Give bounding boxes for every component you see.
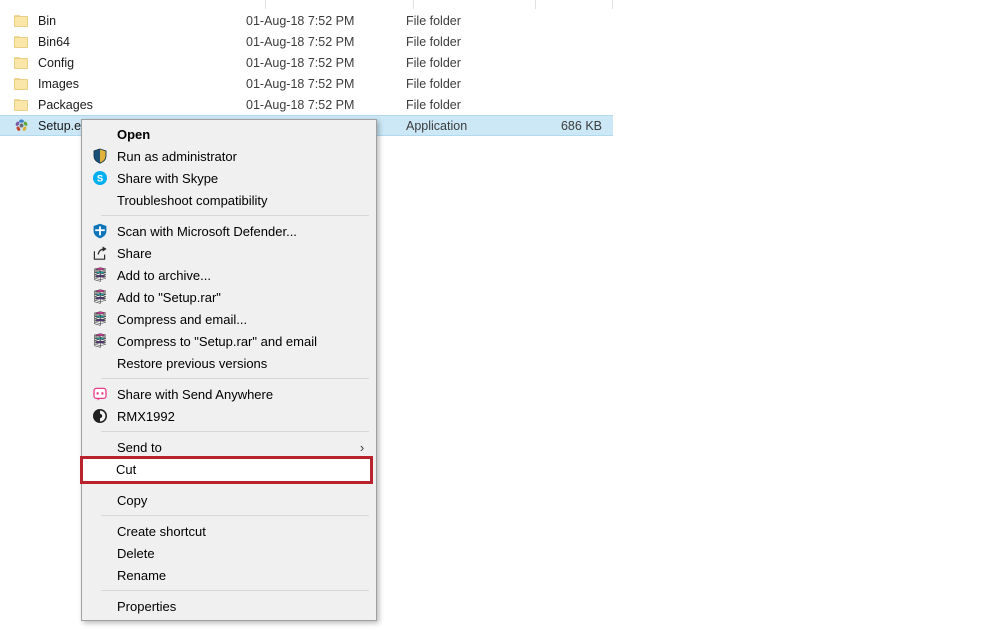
file-type: File folder bbox=[406, 97, 461, 112]
file-type: File folder bbox=[406, 55, 461, 70]
menu-item-share-with-send-anywhere[interactable]: Share with Send Anywhere bbox=[82, 383, 376, 405]
menu-item-label: Create shortcut bbox=[117, 523, 206, 539]
send-anywhere-icon bbox=[90, 385, 109, 404]
menu-item-label: RMX1992 bbox=[117, 408, 175, 424]
file-date-modified: 01-Aug-18 7:52 PM bbox=[246, 55, 355, 70]
application-icon bbox=[12, 118, 30, 133]
file-row[interactable]: Packages 01-Aug-18 7:52 PM File folder bbox=[0, 94, 613, 115]
no-icon bbox=[90, 566, 109, 585]
menu-item-label: Compress and email... bbox=[117, 311, 248, 327]
winrar-icon bbox=[90, 266, 109, 285]
folder-icon bbox=[12, 56, 30, 69]
menu-item-label: Share with Send Anywhere bbox=[117, 386, 274, 402]
menu-separator bbox=[101, 515, 369, 516]
file-name: Bin bbox=[38, 13, 57, 28]
menu-item-label: Delete bbox=[117, 545, 155, 561]
column-divider-name[interactable] bbox=[265, 0, 266, 9]
menu-item-create-shortcut[interactable]: Create shortcut bbox=[82, 520, 376, 542]
menu-item-label: Send to bbox=[117, 439, 162, 455]
file-date-modified: 01-Aug-18 7:52 PM bbox=[246, 76, 355, 91]
menu-item-label: Scan with Microsoft Defender... bbox=[117, 223, 297, 239]
menu-item-add-to-archive[interactable]: Add to archive... bbox=[82, 264, 376, 286]
file-date-modified: 01-Aug-18 7:52 PM bbox=[246, 34, 355, 49]
menu-separator bbox=[101, 378, 369, 379]
device-circle-icon bbox=[90, 407, 109, 426]
menu-separator bbox=[101, 215, 369, 216]
no-icon bbox=[90, 491, 109, 510]
no-icon bbox=[90, 522, 109, 541]
menu-item-label: Rename bbox=[117, 567, 167, 583]
svg-text:S: S bbox=[96, 174, 102, 185]
menu-item-delete[interactable]: Delete bbox=[82, 542, 376, 564]
no-icon bbox=[90, 597, 109, 616]
cut-annotation-label[interactable]: Cut bbox=[116, 463, 136, 477]
menu-item-restore-previous-versions[interactable]: Restore previous versions bbox=[82, 352, 376, 374]
menu-item-rmx1992[interactable]: RMX1992 bbox=[82, 405, 376, 427]
menu-item-label: Add to "Setup.rar" bbox=[117, 289, 221, 305]
folder-icon bbox=[12, 14, 30, 27]
file-type: Application bbox=[406, 118, 468, 133]
menu-separator bbox=[101, 590, 369, 591]
chevron-right-icon: › bbox=[359, 439, 365, 455]
no-icon bbox=[90, 125, 109, 144]
file-size: 686 KB bbox=[560, 118, 602, 133]
file-context-menu: Open Run as administrator S Share with Skyp… bbox=[81, 119, 377, 621]
file-type: File folder bbox=[406, 13, 461, 28]
menu-item-label: Add to archive... bbox=[117, 267, 211, 283]
column-divider-size[interactable] bbox=[612, 0, 613, 9]
column-divider-date[interactable] bbox=[413, 0, 414, 9]
menu-item-scan-with-microsoft-defender[interactable]: Scan with Microsoft Defender... bbox=[82, 220, 376, 242]
menu-item-share[interactable]: Share bbox=[82, 242, 376, 264]
share-arrow-icon bbox=[90, 244, 109, 263]
folder-icon bbox=[12, 98, 30, 111]
menu-item-copy[interactable]: Copy bbox=[82, 489, 376, 511]
defender-shield-icon bbox=[90, 222, 109, 241]
menu-item-label: Restore previous versions bbox=[117, 355, 268, 371]
no-icon bbox=[90, 354, 109, 373]
file-row[interactable]: Images 01-Aug-18 7:52 PM File folder bbox=[0, 73, 613, 94]
menu-item-label: Compress to "Setup.rar" and email bbox=[117, 333, 317, 349]
menu-separator bbox=[101, 431, 369, 432]
folder-icon bbox=[12, 77, 30, 90]
file-date-modified: 01-Aug-18 7:52 PM bbox=[246, 97, 355, 112]
menu-item-label: Open bbox=[117, 126, 151, 142]
menu-item-label: Share bbox=[117, 245, 152, 261]
file-name: Images bbox=[38, 76, 79, 91]
file-type: File folder bbox=[406, 34, 461, 49]
file-name: Packages bbox=[38, 97, 93, 112]
winrar-icon bbox=[90, 310, 109, 329]
file-row[interactable]: Bin 01-Aug-18 7:52 PM File folder bbox=[0, 10, 613, 31]
file-name: Bin64 bbox=[38, 34, 70, 49]
menu-item-label: Run as administrator bbox=[117, 148, 237, 164]
menu-item-label: Properties bbox=[117, 598, 177, 614]
menu-item-label: Copy bbox=[117, 492, 148, 508]
menu-item-rename[interactable]: Rename bbox=[82, 564, 376, 586]
winrar-icon bbox=[90, 288, 109, 307]
folder-icon bbox=[12, 35, 30, 48]
menu-item-send-to[interactable]: Send to › bbox=[82, 436, 376, 458]
file-row[interactable]: Bin64 01-Aug-18 7:52 PM File folder bbox=[0, 31, 613, 52]
no-icon bbox=[90, 544, 109, 563]
menu-item-compress-to-setup-rar-and-email[interactable]: Compress to "Setup.rar" and email bbox=[82, 330, 376, 352]
winrar-icon bbox=[90, 332, 109, 351]
skype-icon: S bbox=[90, 169, 109, 188]
uac-shield-icon bbox=[90, 147, 109, 166]
menu-item-share-with-skype[interactable]: S Share with Skype bbox=[82, 167, 376, 189]
menu-item-compress-and-email[interactable]: Compress and email... bbox=[82, 308, 376, 330]
menu-item-run-as-administrator[interactable]: Run as administrator bbox=[82, 145, 376, 167]
menu-item-label: Share with Skype bbox=[117, 170, 219, 186]
file-name: Config bbox=[38, 55, 75, 70]
menu-item-troubleshoot-compatibility[interactable]: Troubleshoot compatibility bbox=[82, 189, 376, 211]
file-date-modified: 01-Aug-18 7:52 PM bbox=[246, 13, 355, 28]
no-icon bbox=[90, 191, 109, 210]
file-row[interactable]: Config 01-Aug-18 7:52 PM File folder bbox=[0, 52, 613, 73]
no-icon bbox=[90, 438, 109, 457]
file-type: File folder bbox=[406, 76, 461, 91]
menu-item-open[interactable]: Open bbox=[82, 123, 376, 145]
menu-item-label: Troubleshoot compatibility bbox=[117, 192, 268, 208]
column-divider-type[interactable] bbox=[535, 0, 536, 9]
menu-item-properties[interactable]: Properties bbox=[82, 595, 376, 617]
menu-item-add-to-setup-rar[interactable]: Add to "Setup.rar" bbox=[82, 286, 376, 308]
